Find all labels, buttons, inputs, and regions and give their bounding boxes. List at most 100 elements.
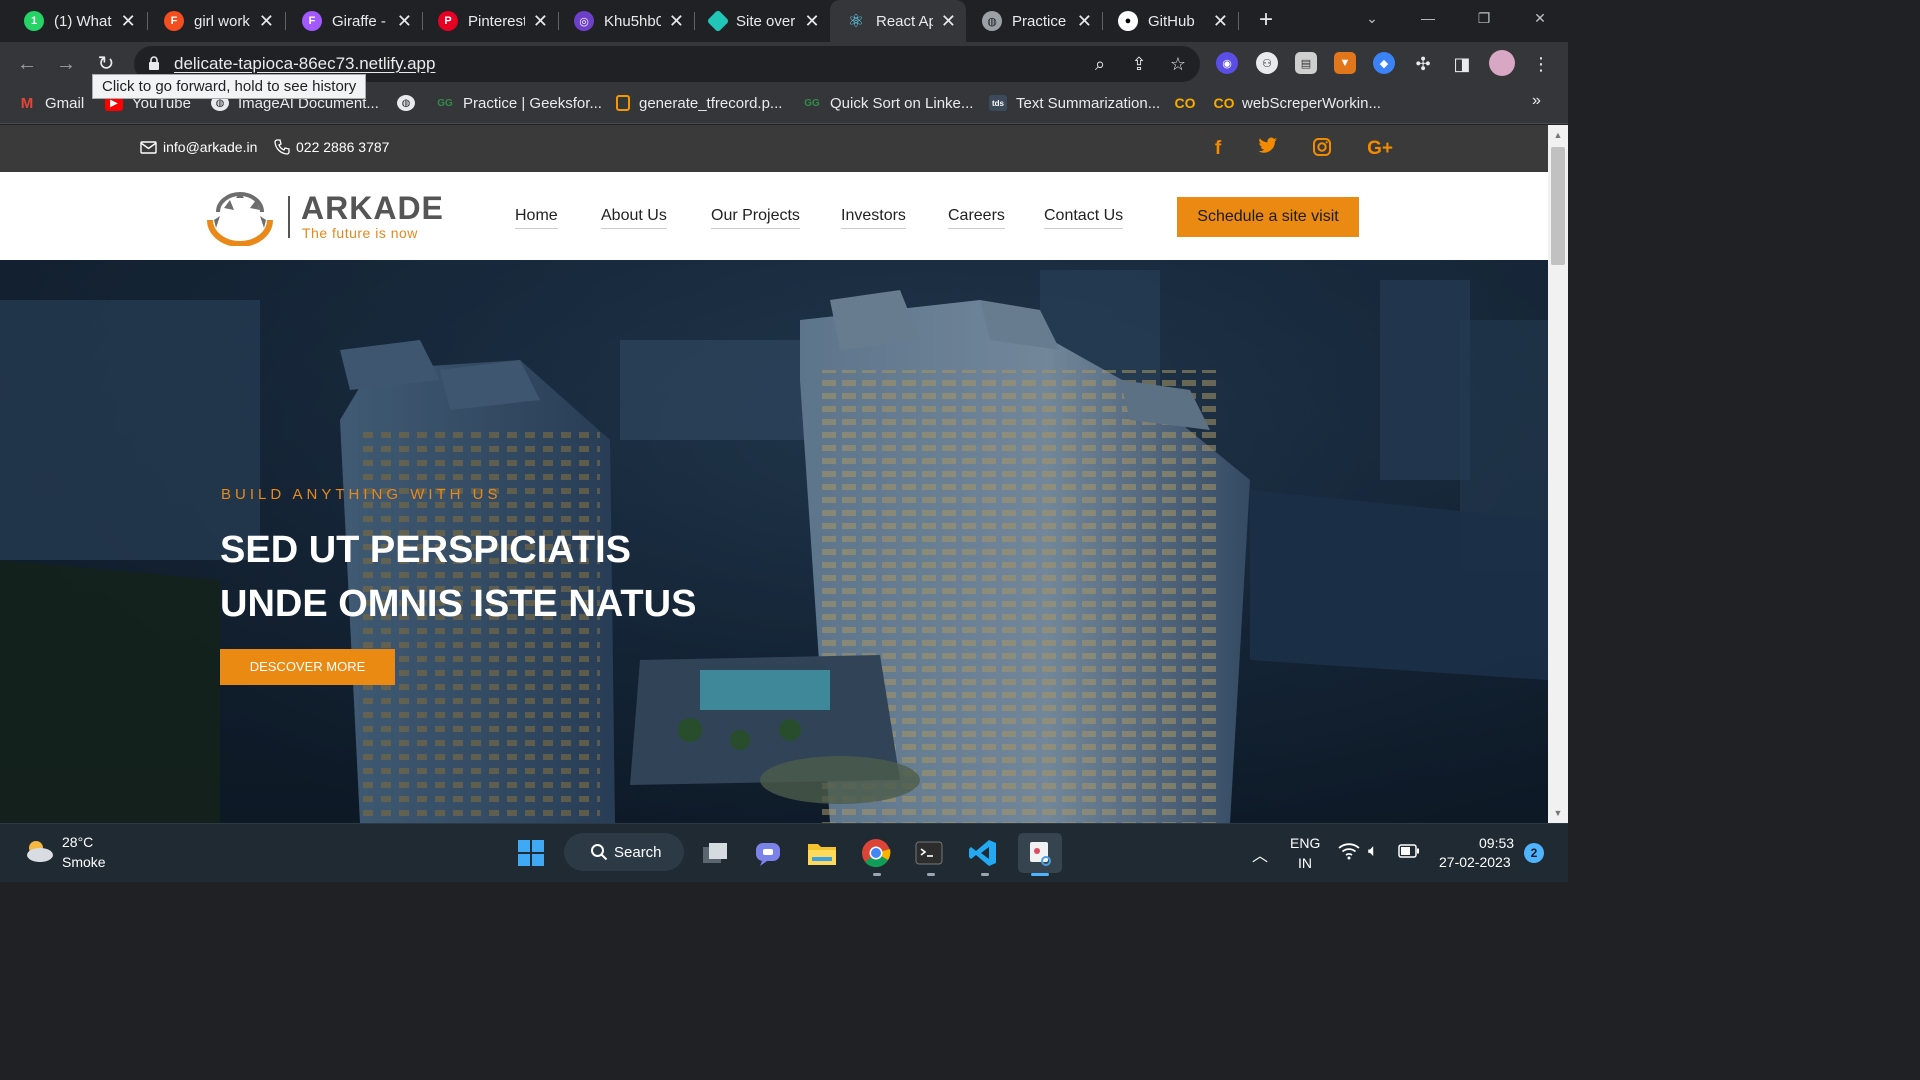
tab-site-overview[interactable]: Site over ✕ (694, 0, 830, 42)
side-panel-icon[interactable]: ◨ (1450, 52, 1474, 76)
snipping-tool-icon[interactable] (1018, 833, 1062, 873)
zoom-icon[interactable]: ⌕ (1088, 52, 1112, 76)
nav-careers[interactable]: Careers (948, 207, 1005, 229)
nav-about-us[interactable]: About Us (601, 207, 667, 229)
bookmarks-overflow-button[interactable]: » (1532, 92, 1541, 110)
teams-chat-icon[interactable] (751, 836, 785, 870)
extension-icon[interactable]: ▤ (1295, 52, 1317, 74)
tab-label: (1) What (54, 12, 112, 30)
phone-contact[interactable]: 022 2886 3787 (274, 139, 389, 155)
bookmark-gfg-practice[interactable]: GG Practice | Geeksfor... (436, 92, 602, 114)
bookmark-label: Text Summarization... (1016, 94, 1161, 112)
url-text[interactable]: delicate-tapioca-86ec73.netlify.app (174, 54, 435, 74)
nav-our-projects[interactable]: Our Projects (711, 207, 800, 229)
close-icon[interactable]: ✕ (397, 11, 412, 32)
notification-badge[interactable]: 2 (1524, 843, 1544, 863)
share-icon[interactable]: ⇪ (1127, 52, 1151, 76)
extension-icon[interactable]: ⚇ (1256, 52, 1278, 74)
arkade-logo-icon[interactable] (204, 190, 276, 246)
language-indicator[interactable]: ENG IN (1290, 835, 1320, 871)
email-contact[interactable]: info@arkade.in (140, 139, 257, 155)
start-button[interactable] (514, 836, 548, 870)
tab-react-app[interactable]: ⚛ React Ap ✕ (830, 0, 966, 42)
react-icon: ⚛ (847, 10, 865, 31)
tab-khushboo[interactable]: ◎ Khu5hb0 ✕ (558, 0, 694, 42)
weather-icon[interactable] (22, 838, 54, 864)
close-icon[interactable]: ✕ (259, 11, 274, 32)
close-icon[interactable]: ✕ (1077, 11, 1092, 32)
taskbar-search[interactable]: Search (564, 833, 684, 871)
pinterest-icon: P (438, 11, 458, 31)
instagram-icon[interactable] (1310, 137, 1334, 161)
close-icon[interactable]: ✕ (941, 11, 956, 32)
bookmark-quick-sort[interactable]: GG Quick Sort on Linke... (803, 92, 973, 114)
bookmark-star-icon[interactable]: ☆ (1166, 52, 1190, 76)
close-icon[interactable]: ✕ (804, 11, 820, 32)
hero-kicker: BUILD ANYTHING WITH US (221, 486, 502, 503)
menu-icon[interactable]: ⋮ (1529, 52, 1553, 76)
avatar[interactable] (1489, 50, 1515, 76)
extension-icon[interactable]: ◉ (1216, 52, 1238, 74)
extensions-puzzle-icon[interactable]: ✣ (1411, 52, 1435, 76)
whatsapp-icon: 1 (24, 11, 44, 31)
forward-button[interactable]: → (52, 50, 80, 78)
tab-pinterest[interactable]: P Pinterest ✕ (422, 0, 558, 42)
bookmark-globe[interactable]: ◍ (397, 92, 424, 114)
vscode-icon[interactable] (966, 836, 1000, 870)
scroll-up-icon[interactable]: ▲ (1548, 127, 1568, 143)
restore-button[interactable]: ❐ (1456, 0, 1512, 36)
tab-github[interactable]: ● GitHub ✕ (1102, 0, 1238, 42)
nav-contact-us[interactable]: Contact Us (1044, 207, 1124, 229)
bookmark-gmail[interactable]: M Gmail (18, 92, 84, 114)
mail-icon (140, 140, 157, 154)
close-icon[interactable]: ✕ (669, 11, 684, 32)
site-navbar: ARKADE The future is now Home About Us O… (0, 172, 1548, 260)
terminal-icon[interactable] (912, 836, 946, 870)
tab-whatsapp[interactable]: 1 (1) What ✕ (8, 0, 146, 42)
tab-figma-giraffe[interactable]: F Giraffe - ✕ (286, 0, 422, 42)
bookmark-colab[interactable]: CO (1175, 92, 1203, 114)
back-button[interactable]: ← (13, 50, 41, 78)
clock-date[interactable]: 27-02-2023 (1439, 854, 1511, 870)
facebook-icon[interactable]: f (1206, 137, 1230, 161)
tab-practice[interactable]: ◍ Practice ✕ (966, 0, 1102, 42)
discover-more-button[interactable]: DESCOVER MORE (220, 649, 395, 685)
scroll-down-icon[interactable]: ▼ (1548, 805, 1568, 821)
bookmark-webscraper[interactable]: CO webScreperWorkin... (1213, 92, 1381, 114)
battery-icon[interactable] (1398, 844, 1420, 861)
schedule-site-visit-button[interactable]: Schedule a site visit (1177, 197, 1359, 237)
file-explorer-icon[interactable] (805, 836, 839, 870)
scroll-thumb[interactable] (1551, 147, 1565, 265)
new-tab-button[interactable]: + (1252, 6, 1280, 34)
tab-figma-girl-work[interactable]: F girl work ✕ (148, 0, 284, 42)
minimize-button[interactable]: — (1400, 0, 1456, 36)
clock-time[interactable]: 09:53 (1479, 835, 1514, 851)
chevron-up-icon[interactable]: ︿ (1252, 842, 1268, 866)
bookmark-text-summarization[interactable]: tds Text Summarization... (989, 92, 1160, 114)
nav-investors[interactable]: Investors (841, 207, 906, 229)
hero-title: SED UT PERSPICIATIS UNDE OMNIS ISTE NATU… (220, 523, 696, 631)
close-icon[interactable]: ✕ (1213, 11, 1228, 32)
close-window-button[interactable]: ✕ (1512, 0, 1568, 36)
colab-icon: CO (1213, 95, 1235, 111)
page-scrollbar[interactable]: ▲ ▼ (1548, 125, 1568, 823)
hero-banner: BUILD ANYTHING WITH US SED UT PERSPICIAT… (0, 260, 1548, 823)
twitter-icon[interactable] (1256, 137, 1280, 161)
close-icon[interactable]: ✕ (533, 11, 548, 32)
metamask-icon[interactable]: ▼ (1334, 52, 1356, 74)
logo-tagline: The future is now (302, 225, 418, 241)
nav-home[interactable]: Home (515, 207, 558, 229)
lock-icon (149, 56, 159, 70)
bookmark-generate-tfrecord[interactable]: generate_tfrecord.p... (616, 92, 782, 114)
bookmark-label: generate_tfrecord.p... (639, 94, 783, 112)
google-plus-icon[interactable]: G+ (1364, 137, 1396, 161)
task-view-icon[interactable] (698, 836, 732, 870)
bookmark-label: Quick Sort on Linke... (830, 94, 974, 112)
tab-search-icon[interactable]: ⌄ (1344, 0, 1400, 36)
close-icon[interactable]: ✕ (120, 11, 136, 32)
logo-name[interactable]: ARKADE (301, 190, 444, 227)
wifi-icon[interactable] (1338, 842, 1360, 863)
volume-icon[interactable]: 🔈︎ (1368, 841, 1378, 861)
chrome-icon[interactable] (859, 836, 893, 870)
extension-icon[interactable]: ◆ (1373, 52, 1395, 74)
